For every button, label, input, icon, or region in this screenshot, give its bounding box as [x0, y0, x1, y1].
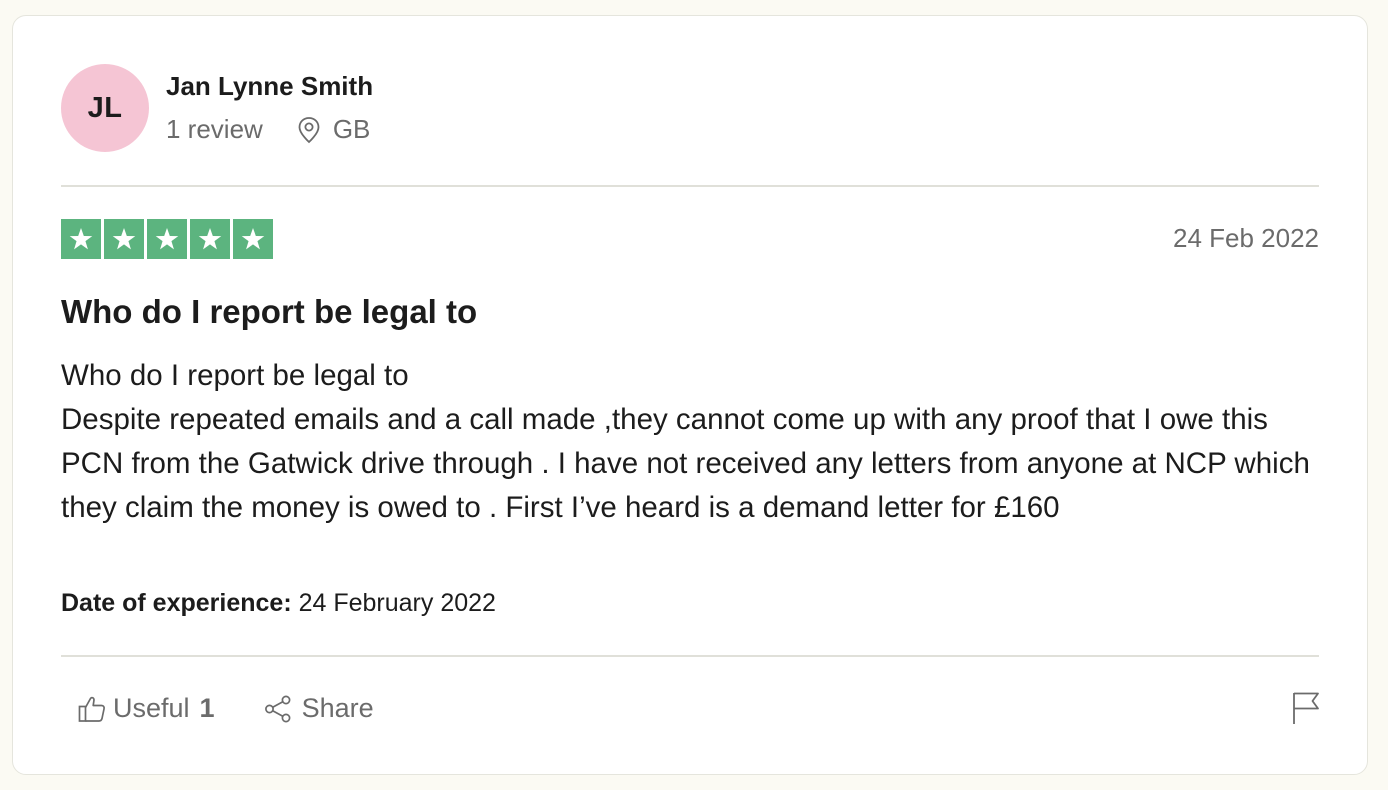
date-of-experience: Date of experience: 24 February 2022: [61, 589, 496, 618]
location-pin-icon: [298, 116, 320, 143]
reviewer-meta: 1 review GB: [166, 114, 373, 145]
review-body-line: Who do I report be legal to: [61, 359, 409, 392]
useful-button[interactable]: Useful 1: [77, 693, 215, 724]
review-count: 1 review: [166, 114, 263, 144]
star-icon: [147, 219, 187, 259]
avatar-initials: JL: [87, 91, 123, 124]
reviewer-header: JL Jan Lynne Smith 1 review GB: [61, 64, 373, 152]
review-body-line: Despite repeated emails and a call made …: [61, 403, 1310, 524]
share-icon: [264, 695, 291, 722]
reviewer-info: Jan Lynne Smith 1 review GB: [166, 71, 373, 145]
star-icon: [233, 219, 273, 259]
review-title[interactable]: Who do I report be legal to: [61, 293, 477, 331]
star-icon: [190, 219, 230, 259]
reviewer-name[interactable]: Jan Lynne Smith: [166, 71, 373, 101]
header-divider: [61, 185, 1319, 187]
star-icon: [104, 219, 144, 259]
experience-date: 24 February 2022: [298, 589, 496, 617]
avatar[interactable]: JL: [61, 64, 149, 152]
report-flag-button[interactable]: [1291, 690, 1321, 731]
experience-label: Date of experience:: [61, 589, 292, 617]
star-rating: [61, 219, 273, 259]
share-label: Share: [301, 693, 374, 723]
flag-icon: [1293, 692, 1319, 724]
reviewer-location: GB: [297, 114, 371, 145]
review-date: 24 Feb 2022: [1172, 223, 1319, 253]
thumbs-up-icon: [78, 696, 105, 722]
review-body: Who do I report be legal to Despite repe…: [61, 354, 1311, 530]
share-button[interactable]: Share: [263, 693, 374, 724]
review-actions: Useful 1 Share: [77, 693, 374, 724]
useful-label: Useful: [113, 693, 190, 723]
reviewer-country: GB: [332, 114, 371, 144]
footer-divider: [61, 655, 1319, 657]
star-icon: [61, 219, 101, 259]
review-card: JL Jan Lynne Smith 1 review GB 24 Feb 20…: [12, 15, 1368, 775]
useful-count: 1: [199, 693, 215, 723]
